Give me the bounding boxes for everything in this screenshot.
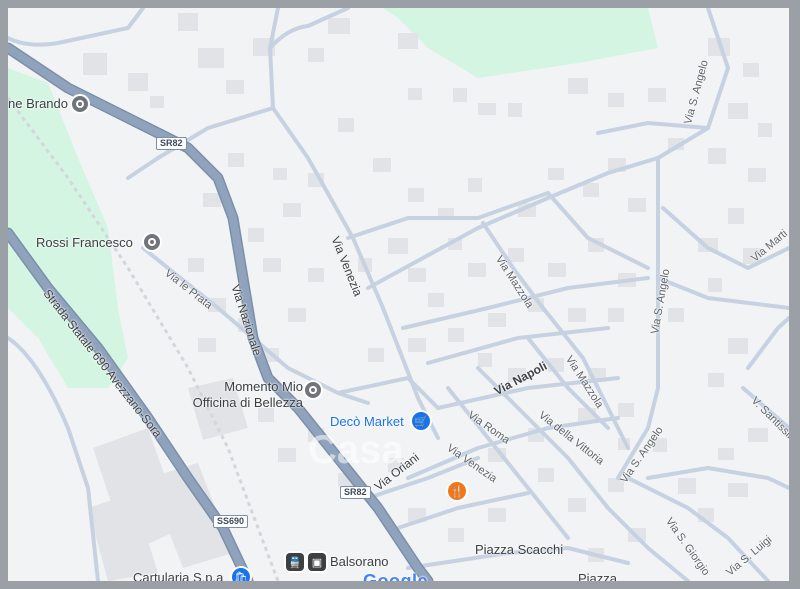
poi-brando-pin-icon[interactable] xyxy=(72,96,88,112)
shopping-cart-icon[interactable]: 🛒 xyxy=(412,412,430,430)
poi-momento-label-1[interactable]: Momento Mio xyxy=(213,379,303,394)
google-logo: Google xyxy=(363,571,428,581)
bus-stop-icon[interactable]: ▣ xyxy=(308,553,326,571)
poi-momento-label-2[interactable]: Officina di Bellezza xyxy=(178,395,303,410)
map-canvas[interactable]: Casa SR82 SR82 SS690 Via Nazionale Via V… xyxy=(8,8,789,581)
poi-balsorano-label[interactable]: Balsorano xyxy=(330,554,389,569)
sr82-shield-bottom: SR82 xyxy=(340,486,371,499)
poi-momento-pin-icon[interactable] xyxy=(305,382,321,398)
restaurant-icon[interactable]: 🍴 xyxy=(448,482,466,500)
map-frame: Casa SR82 SR82 SS690 Via Nazionale Via V… xyxy=(0,0,800,589)
poi-cartularia-label[interactable]: Cartularia S.p.a xyxy=(133,570,223,581)
poi-piazza-scacchi-label[interactable]: Piazza Scacchi xyxy=(475,542,563,557)
shopping-bag-icon[interactable]: 🛍 xyxy=(232,568,250,581)
train-station-icon[interactable]: 🚆 xyxy=(286,553,304,571)
map-base-layer xyxy=(8,8,789,581)
poi-piazza-label[interactable]: Piazza xyxy=(578,571,617,581)
poi-deco-label[interactable]: Decò Market xyxy=(330,414,404,429)
sr82-shield-top: SR82 xyxy=(156,137,187,150)
ss690-shield: SS690 xyxy=(213,515,249,528)
watermark: Casa xyxy=(308,428,404,472)
poi-rossi-pin-icon[interactable] xyxy=(144,234,160,250)
poi-rossi-label[interactable]: Rossi Francesco xyxy=(36,235,133,250)
poi-brando-label[interactable]: ne Brando xyxy=(8,96,68,111)
